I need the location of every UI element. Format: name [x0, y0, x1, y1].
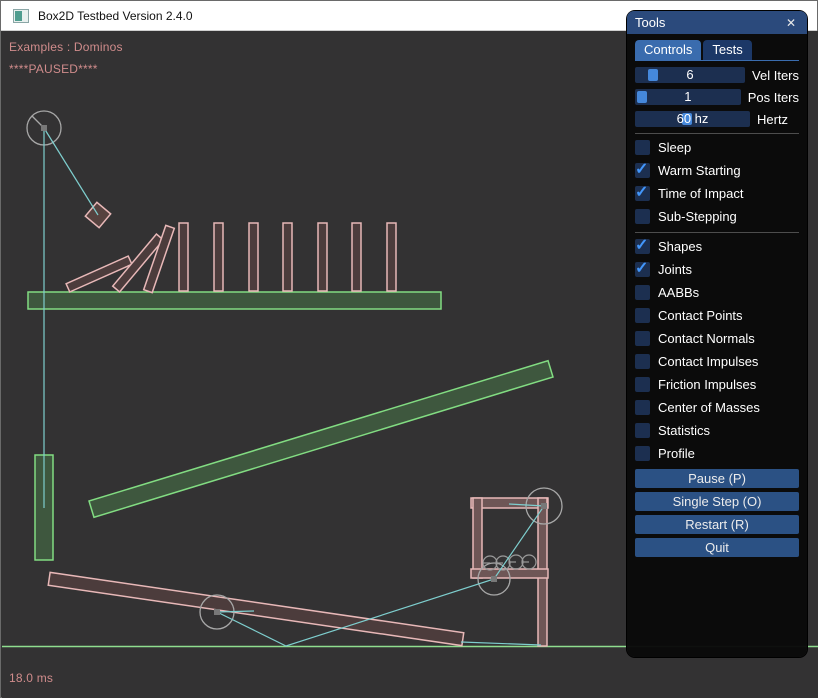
vel-iters-slider[interactable]: 6 [635, 67, 745, 83]
check-icon: ✓ [635, 182, 648, 202]
right-frame-structure [471, 498, 548, 646]
pause-button[interactable]: Pause (P) [635, 469, 799, 488]
checkbox-row-shapes[interactable]: ✓ Shapes [635, 239, 799, 254]
slider-label: Vel Iters [752, 68, 799, 83]
checkbox: ✓ [635, 446, 650, 461]
tab-controls[interactable]: Controls [635, 40, 701, 60]
checkbox-row-sub-stepping[interactable]: ✓ Sub-Stepping [635, 209, 799, 224]
checkbox: ✓ [635, 262, 650, 277]
checkbox: ✓ [635, 140, 650, 155]
slider-label: Hertz [757, 112, 788, 127]
tools-panel: Tools ✕ Controls Tests 6 Vel Iters [627, 11, 807, 657]
slider-label: Pos Iters [748, 90, 799, 105]
single-step-button[interactable]: Single Step (O) [635, 492, 799, 511]
quit-button[interactable]: Quit [635, 538, 799, 557]
upright-dominoes [179, 223, 396, 291]
checkbox: ✓ [635, 163, 650, 178]
checkbox-row-friction-impulses[interactable]: ✓ Friction Impulses [635, 377, 799, 392]
checkbox: ✓ [635, 331, 650, 346]
pos-iters-slider[interactable]: 1 [635, 89, 741, 105]
checkbox: ✓ [635, 239, 650, 254]
check-icon: ✓ [635, 235, 648, 255]
checkbox: ✓ [635, 308, 650, 323]
slider-row: 1 Pos Iters [635, 89, 799, 105]
tilted-green-plank [89, 361, 553, 518]
checkbox: ✓ [635, 377, 650, 392]
tab-bar: Controls Tests [635, 40, 799, 61]
checkbox: ✓ [635, 285, 650, 300]
example-label: Examples : Dominos [9, 40, 123, 54]
slider-value: 60 hz [635, 111, 750, 127]
separator [635, 232, 799, 233]
checkbox: ✓ [635, 400, 650, 415]
checkbox: ✓ [635, 186, 650, 201]
checkbox-row-contact-impulses[interactable]: ✓ Contact Impulses [635, 354, 799, 369]
checkbox-row-contact-normals[interactable]: ✓ Contact Normals [635, 331, 799, 346]
app-window: Box2D Testbed Version 2.4.0 ✕ [0, 0, 818, 698]
hertz-slider[interactable]: 60 hz [635, 111, 750, 127]
paused-label: ****PAUSED**** [9, 62, 98, 76]
checkbox-row-center-of-masses[interactable]: ✓ Center of Masses [635, 400, 799, 415]
checkbox-row-profile[interactable]: ✓ Profile [635, 446, 799, 461]
app-icon [13, 9, 29, 23]
tools-panel-title: Tools [635, 15, 665, 30]
tools-panel-close-icon[interactable]: ✕ [783, 15, 799, 31]
checkbox: ✓ [635, 423, 650, 438]
checkbox: ✓ [635, 354, 650, 369]
checkbox-row-aabbs[interactable]: ✓ AABBs [635, 285, 799, 300]
fallen-dominoes [66, 225, 174, 292]
slider-row: 6 Vel Iters [635, 67, 799, 83]
slider-value: 6 [635, 67, 745, 83]
checkbox-row-time-of-impact[interactable]: ✓ Time of Impact [635, 186, 799, 201]
restart-button[interactable]: Restart (R) [635, 515, 799, 534]
slider-value: 1 [635, 89, 741, 105]
checkbox-row-warm-starting[interactable]: ✓ Warm Starting [635, 163, 799, 178]
tab-tests[interactable]: Tests [703, 40, 751, 60]
slider-row: 60 hz Hertz [635, 111, 799, 127]
check-icon: ✓ [635, 159, 648, 179]
check-icon: ✓ [635, 258, 648, 278]
checkbox-row-joints[interactable]: ✓ Joints [635, 262, 799, 277]
checkbox-row-statistics[interactable]: ✓ Statistics [635, 423, 799, 438]
frame-time-label: 18.0 ms [9, 671, 53, 685]
joint-anchors [41, 125, 547, 615]
checkbox-row-contact-points[interactable]: ✓ Contact Points [635, 308, 799, 323]
checkbox: ✓ [635, 209, 650, 224]
window-title: Box2D Testbed Version 2.4.0 [38, 9, 193, 23]
checkbox-row-sleep[interactable]: ✓ Sleep [635, 140, 799, 155]
domino-platform [28, 292, 441, 309]
separator [635, 133, 799, 134]
tools-panel-titlebar[interactable]: Tools ✕ [627, 11, 807, 34]
